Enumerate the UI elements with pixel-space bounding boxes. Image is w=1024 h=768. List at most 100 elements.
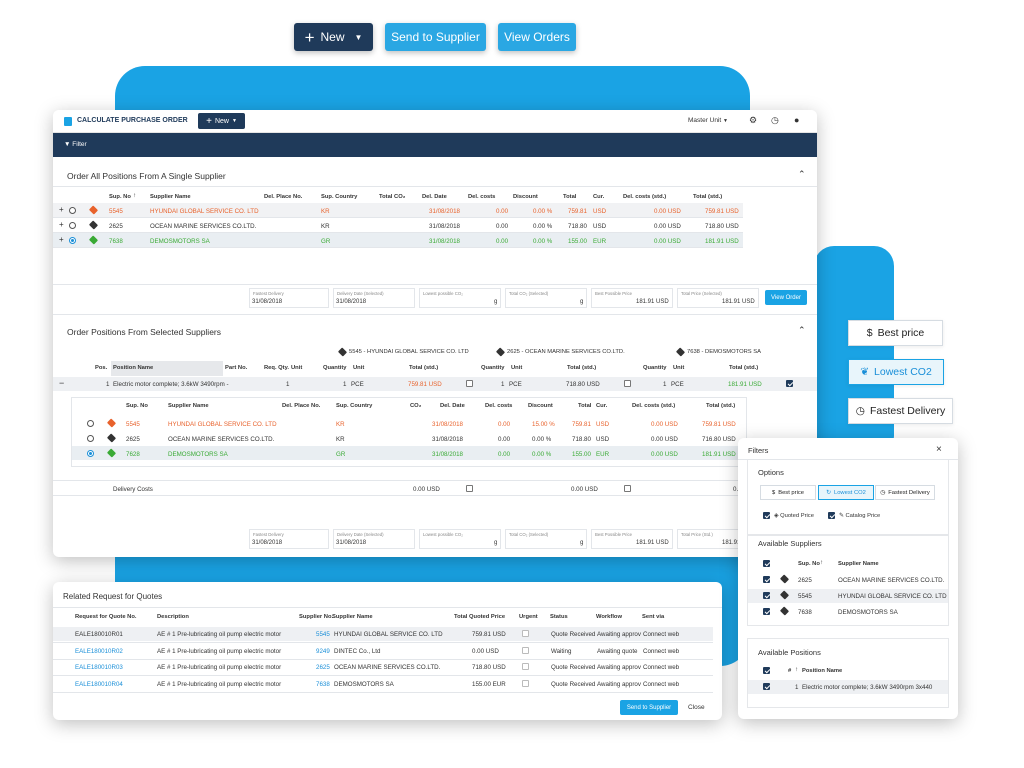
supplier-radio[interactable] (69, 207, 76, 214)
expand-icon[interactable]: + (59, 220, 64, 229)
discount: 15.00 % (532, 421, 555, 428)
user-icon[interactable]: ● (794, 115, 799, 125)
del-costs-std: 0.00 USD (651, 421, 678, 428)
option-0[interactable]: $ Best price (760, 485, 816, 500)
summary-field: Best Possible Price 181.91 USD (591, 529, 673, 549)
summary-label: Total CO₂ (Selected) (509, 532, 549, 537)
top-view-orders-button[interactable]: View Orders (498, 23, 576, 51)
supplier-no[interactable]: 9249 (316, 648, 330, 655)
position-name: Electric motor complete; 3.6kW 3490rpm 3… (802, 684, 933, 691)
rfq-number[interactable]: EALE180010R03 (75, 664, 123, 671)
delivery-checkbox[interactable] (466, 485, 473, 492)
rfq-send-button[interactable]: Send to Supplier (620, 700, 678, 715)
supplier-name: HYUNDAI GLOBAL SERVICE CO. LTD (334, 631, 443, 638)
del-costs-std: 0.00 USD (651, 451, 678, 458)
section2-title: Order Positions From Selected Suppliers (67, 327, 222, 337)
collapse-row-icon[interactable]: − (59, 378, 64, 388)
expand-icon[interactable]: + (59, 205, 64, 214)
fastest-delivery-button[interactable]: ◷ Fastest Delivery (848, 398, 953, 424)
column-header: Sup. Country (336, 403, 373, 409)
option-2[interactable]: ◷ Fastest Delivery (875, 485, 935, 500)
rfq-number[interactable]: EALE180010R02 (75, 648, 123, 655)
option-1[interactable]: ↻ Lowest CO2 (818, 485, 874, 500)
supplier-no[interactable]: 7638 (316, 681, 330, 688)
best-price-button[interactable]: $ Best price (848, 320, 943, 346)
urgent-checkbox[interactable] (522, 630, 529, 637)
summary-label: Best Possible Price (595, 532, 633, 537)
close-icon[interactable]: × (936, 444, 942, 455)
sort-asc-icon: ↑ (133, 193, 136, 199)
rfq-number[interactable]: EALE180010R04 (75, 681, 123, 688)
supplier-no[interactable]: 5545 (316, 631, 330, 638)
status: Quote Received (551, 680, 596, 688)
help-icon[interactable]: ◷ (771, 115, 779, 126)
master-unit-dropdown[interactable]: Master Unit ▼ (688, 117, 728, 124)
total: 759.81 (572, 421, 591, 428)
supplier-no[interactable]: 2625 (316, 664, 330, 671)
summary-value: 31/08/2018 (252, 299, 283, 305)
caret-down-icon: ▼ (354, 32, 363, 42)
col-qty: Quantity (481, 365, 505, 371)
view-order-button[interactable]: View Order (765, 290, 807, 305)
quoted-price-checkbox[interactable] (763, 512, 770, 519)
urgent-checkbox[interactable] (522, 679, 529, 687)
row-divider (53, 247, 743, 248)
top-new-button[interactable]: + New ▼ (294, 23, 373, 51)
supplier-name: OCEAN MARINE SERVICES CO.LTD. (838, 577, 945, 584)
column-header: Total (578, 403, 592, 409)
gear-icon[interactable]: ⚙ (749, 115, 757, 126)
description: AE # 1 Pre-lubricating oil pump electric… (157, 680, 282, 688)
supplier-name: OCEAN MARINE SERVICES CO.LTD. (150, 223, 257, 230)
supplier-name: DEMOSMOTORS SA (838, 609, 898, 616)
filter-toggle[interactable]: ▼ Filter (64, 141, 87, 148)
currency: EUR (596, 451, 610, 458)
select-all-checkbox[interactable] (763, 560, 770, 567)
sup-no: 7638 (109, 238, 123, 245)
total-std: 718.80 USD (566, 381, 600, 388)
position-checkbox[interactable] (466, 380, 473, 387)
summary-value: 31/08/2018 (336, 299, 367, 305)
delivery-cost: 0.00 USD (413, 486, 440, 493)
collapse-icon[interactable]: ⌃ (798, 325, 806, 336)
window-new-button[interactable]: + New ▼ (198, 113, 245, 129)
row-divider (53, 217, 743, 218)
unit: PCE (351, 381, 364, 388)
position-checkbox[interactable] (763, 683, 770, 690)
sent-via: Connect web (643, 631, 680, 638)
discount: 0.00 % (533, 208, 553, 215)
column-header: Sup. No (798, 561, 820, 567)
urgent-checkbox[interactable] (522, 663, 529, 670)
expand-icon[interactable]: + (59, 235, 64, 244)
col-req: Req. Qty. (264, 365, 290, 371)
supplier-radio[interactable] (69, 222, 76, 229)
lowest-co2-button[interactable]: ❦ Lowest CO2 (848, 359, 944, 385)
supplier-checkbox[interactable] (763, 576, 770, 583)
supplier-name: HYUNDAI GLOBAL SERVICE CO. LTD (838, 593, 947, 600)
select-all-checkbox[interactable] (763, 667, 770, 674)
top-send-to-supplier-button[interactable]: Send to Supplier (385, 23, 486, 51)
del-costs: 0.00 (496, 223, 509, 230)
supplier-name: DINTEC Co., Ltd (334, 647, 381, 655)
workflow: Awaiting quote (597, 647, 638, 655)
position-no: 1 (795, 684, 799, 691)
position-checkbox[interactable] (786, 380, 793, 387)
urgent-checkbox[interactable] (522, 646, 529, 654)
sup-no: 5545 (126, 421, 140, 428)
supplier-radio[interactable] (87, 435, 94, 442)
position-checkbox[interactable] (624, 380, 631, 387)
discount: 0.00 % (532, 436, 552, 443)
supplier-checkbox[interactable] (763, 592, 770, 599)
quoted-price: 718.80 USD (472, 664, 506, 671)
rfq-close-button[interactable]: Close (688, 704, 705, 711)
supplier-checkbox[interactable] (763, 608, 770, 615)
catalog-price-checkbox[interactable] (828, 512, 835, 519)
supplier-radio[interactable] (87, 420, 94, 427)
supplier-name: DEMOSMOTORS SA (150, 238, 210, 245)
collapse-icon[interactable]: ⌃ (798, 169, 806, 180)
supplier-radio[interactable] (69, 237, 76, 244)
supplier-name: DEMOSMOTORS SA (168, 451, 228, 458)
del-costs: 0.00 (496, 238, 509, 245)
funnel-icon: ▼ (64, 141, 71, 148)
supplier-radio[interactable] (87, 450, 94, 457)
delivery-checkbox[interactable] (624, 485, 631, 492)
